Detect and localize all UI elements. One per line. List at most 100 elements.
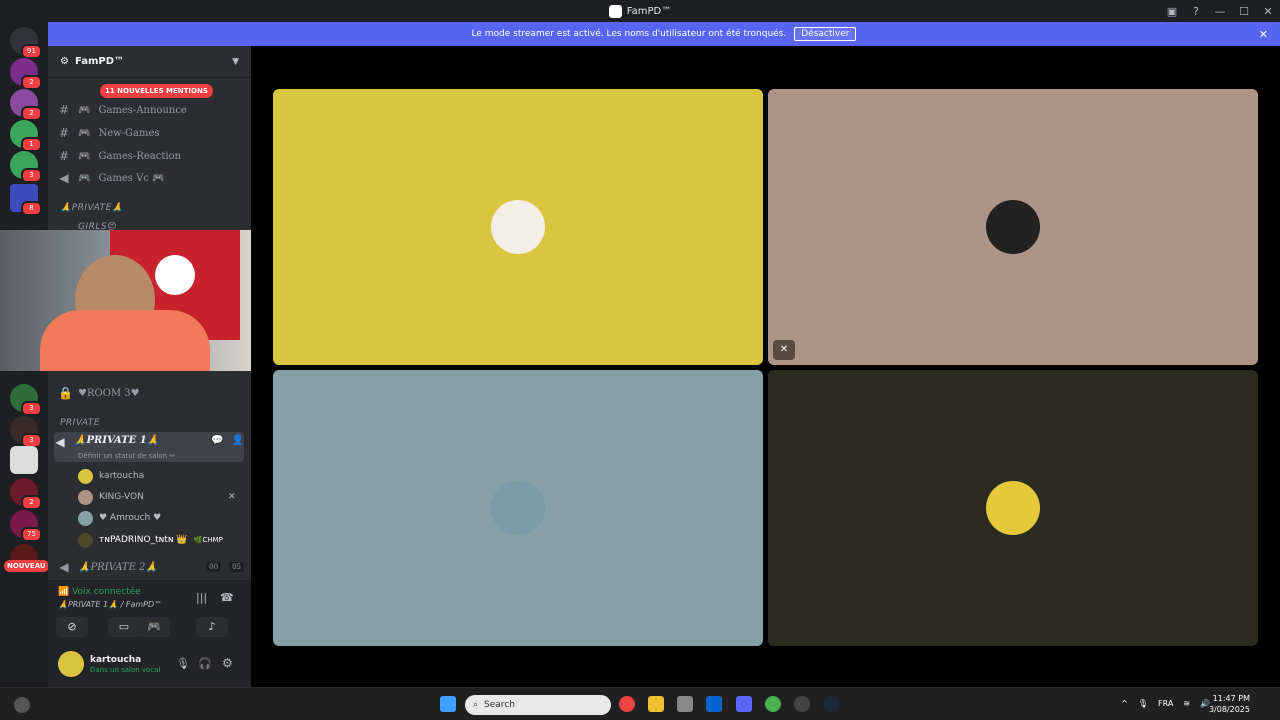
avatar-mj [986, 200, 1040, 254]
member-name: kartoucha [99, 471, 145, 481]
avatar [78, 468, 93, 484]
avatar-beard-man [491, 200, 545, 254]
chrome-icon[interactable] [619, 696, 635, 712]
mentions-pill[interactable]: 11 NOUVELLES MENTIONS [100, 84, 213, 98]
close-icon[interactable]: ✕ [1259, 28, 1268, 41]
soundboard-button[interactable]: ♪ [196, 617, 228, 637]
webcam-overlay [0, 230, 251, 371]
settings-gear-icon[interactable]: ⚙ [222, 656, 233, 670]
chevron-down-icon[interactable]: ▼ [232, 57, 239, 67]
voice-status-text: Voix connectée [72, 587, 141, 597]
server-icon[interactable]: 3 [10, 151, 42, 183]
server-icon[interactable]: 2 [10, 89, 42, 121]
store-icon[interactable] [677, 696, 693, 712]
channel-status[interactable]: Définir un statut de salon ✏ [78, 452, 175, 460]
app-icon[interactable] [794, 696, 810, 712]
activity-button[interactable]: 🎮 [138, 617, 170, 637]
channel-games-announce[interactable]: # 🎮 Games-Announce [58, 100, 244, 120]
video-tile[interactable] [273, 370, 763, 646]
server-icon[interactable]: 75 [10, 510, 42, 542]
server-icon-small: ⚙ [60, 56, 69, 67]
avatar-standing-man [491, 481, 545, 535]
clock[interactable]: 11:47 PM 3/08/2025 [1209, 693, 1250, 715]
windows-taskbar: ⌕ Search ^ 🎙 FRA ≋ 🔊 11:47 PM 3/08/2025 [0, 687, 1280, 720]
screen-share-button[interactable]: ▭ [108, 617, 140, 637]
video-tile[interactable] [768, 370, 1258, 646]
server-icon[interactable]: 8 [10, 184, 42, 216]
channel-private-2[interactable]: ◀ 🙏PRIVATE 2🙏 00 05 [58, 557, 244, 577]
search-placeholder: Search [484, 700, 515, 710]
channel-name: Games Vc 🎮 [98, 172, 165, 184]
microphone-icon[interactable]: 🎙 [1138, 699, 1148, 708]
server-icon[interactable]: 3 [10, 416, 42, 448]
channel-name: 🙏PRIVATE 2🙏 [78, 561, 158, 573]
noise-suppression-icon[interactable]: ||| [196, 591, 207, 604]
close-icon[interactable]: ✕ [1256, 5, 1280, 18]
voice-member[interactable]: KING-VON ✕ [78, 488, 236, 506]
window-controls: ▣ ? — ☐ ✕ [1160, 0, 1280, 22]
minimize-icon[interactable]: — [1208, 5, 1232, 18]
taskbar-search[interactable]: ⌕ Search [465, 695, 611, 715]
category-private-top[interactable]: 🙏PRIVATE🙏 [60, 203, 123, 213]
speaker-icon: ◀ [59, 171, 69, 185]
channel-name: Games-Reaction [98, 150, 182, 162]
steam-icon[interactable] [823, 696, 839, 712]
server-icon[interactable]: 3 [10, 384, 42, 416]
monitor-icon[interactable]: ▣ [1160, 5, 1184, 18]
server-icon[interactable]: 1 [10, 120, 42, 152]
chat-icon[interactable]: 💬 [211, 435, 223, 446]
new-messages-badge[interactable]: NOUVEAU [4, 560, 49, 572]
voice-member[interactable]: kartoucha [78, 467, 144, 485]
user-status: Dans un salon vocal [90, 666, 161, 674]
category-private[interactable]: PRIVATE [60, 418, 100, 428]
maximize-icon[interactable]: ☐ [1232, 5, 1256, 18]
video-tile[interactable]: ✕ [768, 89, 1258, 365]
channel-games-vc[interactable]: ◀ 🎮 Games Vc 🎮 [58, 168, 244, 188]
speaker-icon: ◀ [55, 435, 65, 449]
avatar-cartoon [986, 481, 1040, 535]
channel-name: New-Games [98, 127, 160, 139]
disable-streamer-button[interactable]: Désactiver [794, 27, 857, 41]
add-user-icon[interactable]: 👤 [232, 435, 244, 446]
home-server-icon[interactable]: 91 [10, 27, 42, 59]
wifi-icon[interactable]: ≋ [1183, 699, 1190, 708]
video-tile[interactable] [273, 89, 763, 365]
search-icon: ⌕ [473, 700, 479, 710]
server-icon[interactable]: 2 [10, 478, 42, 510]
user-count: 00 [206, 562, 222, 572]
language-indicator[interactable]: FRA [1158, 699, 1173, 708]
outlook-icon[interactable] [706, 696, 722, 712]
speaker-icon: ◀ [59, 560, 69, 574]
folder-icon[interactable] [648, 696, 664, 712]
streamer-mode-banner: Le mode streamer est activé. Les noms d'… [48, 22, 1280, 46]
chevron-up-icon[interactable]: ^ [1121, 699, 1128, 708]
gamepad-icon: 🎮 [78, 104, 91, 116]
channel-new-games[interactable]: # 🎮 New-Games [58, 123, 244, 143]
server-icon[interactable]: 2 [10, 58, 42, 90]
discord-icon[interactable] [736, 696, 752, 712]
chrome-profile-icon[interactable] [765, 696, 781, 712]
server-badge: 2 [21, 75, 42, 90]
help-icon[interactable]: ? [1184, 5, 1208, 18]
server-badge: 8 [21, 201, 42, 216]
avatar[interactable] [58, 651, 84, 677]
camera-off-button[interactable]: ⊘ [56, 617, 88, 637]
voice-member[interactable]: ᴛɴPADRINO_tɴtɴ 👑 🌿CHMP [78, 531, 223, 549]
clock-time: 11:47 PM [1212, 694, 1250, 703]
voice-member[interactable]: ♥ Amrouch ♥ [78, 509, 161, 527]
disconnect-icon[interactable]: ☎ [220, 591, 234, 604]
channel-games-reaction[interactable]: # 🎮 Games-Reaction [58, 146, 244, 166]
microphone-icon[interactable]: 🎙 [176, 657, 190, 670]
channel-name: ♥ROOM 3♥ [78, 387, 140, 399]
channel-name: Games-Announce [98, 104, 187, 116]
server-icon[interactable] [10, 446, 38, 474]
start-icon[interactable] [440, 696, 456, 712]
voice-channel-path[interactable]: 🙏PRIVATE 1🙏 / FamPD™ [58, 600, 162, 609]
server-header[interactable]: ⚙ FamPD™ ▼ [48, 46, 251, 78]
voice-video-grid: ✕ [251, 46, 1280, 687]
headphones-icon[interactable]: 🎧 [198, 657, 212, 670]
username: kartoucha [90, 655, 142, 665]
channel-room-3[interactable]: 🔒 ♥ROOM 3♥ [58, 383, 244, 403]
widgets-icon[interactable] [14, 697, 30, 713]
user-panel: kartoucha Dans un salon vocal 🎙 🎧 ⚙ [48, 645, 251, 687]
